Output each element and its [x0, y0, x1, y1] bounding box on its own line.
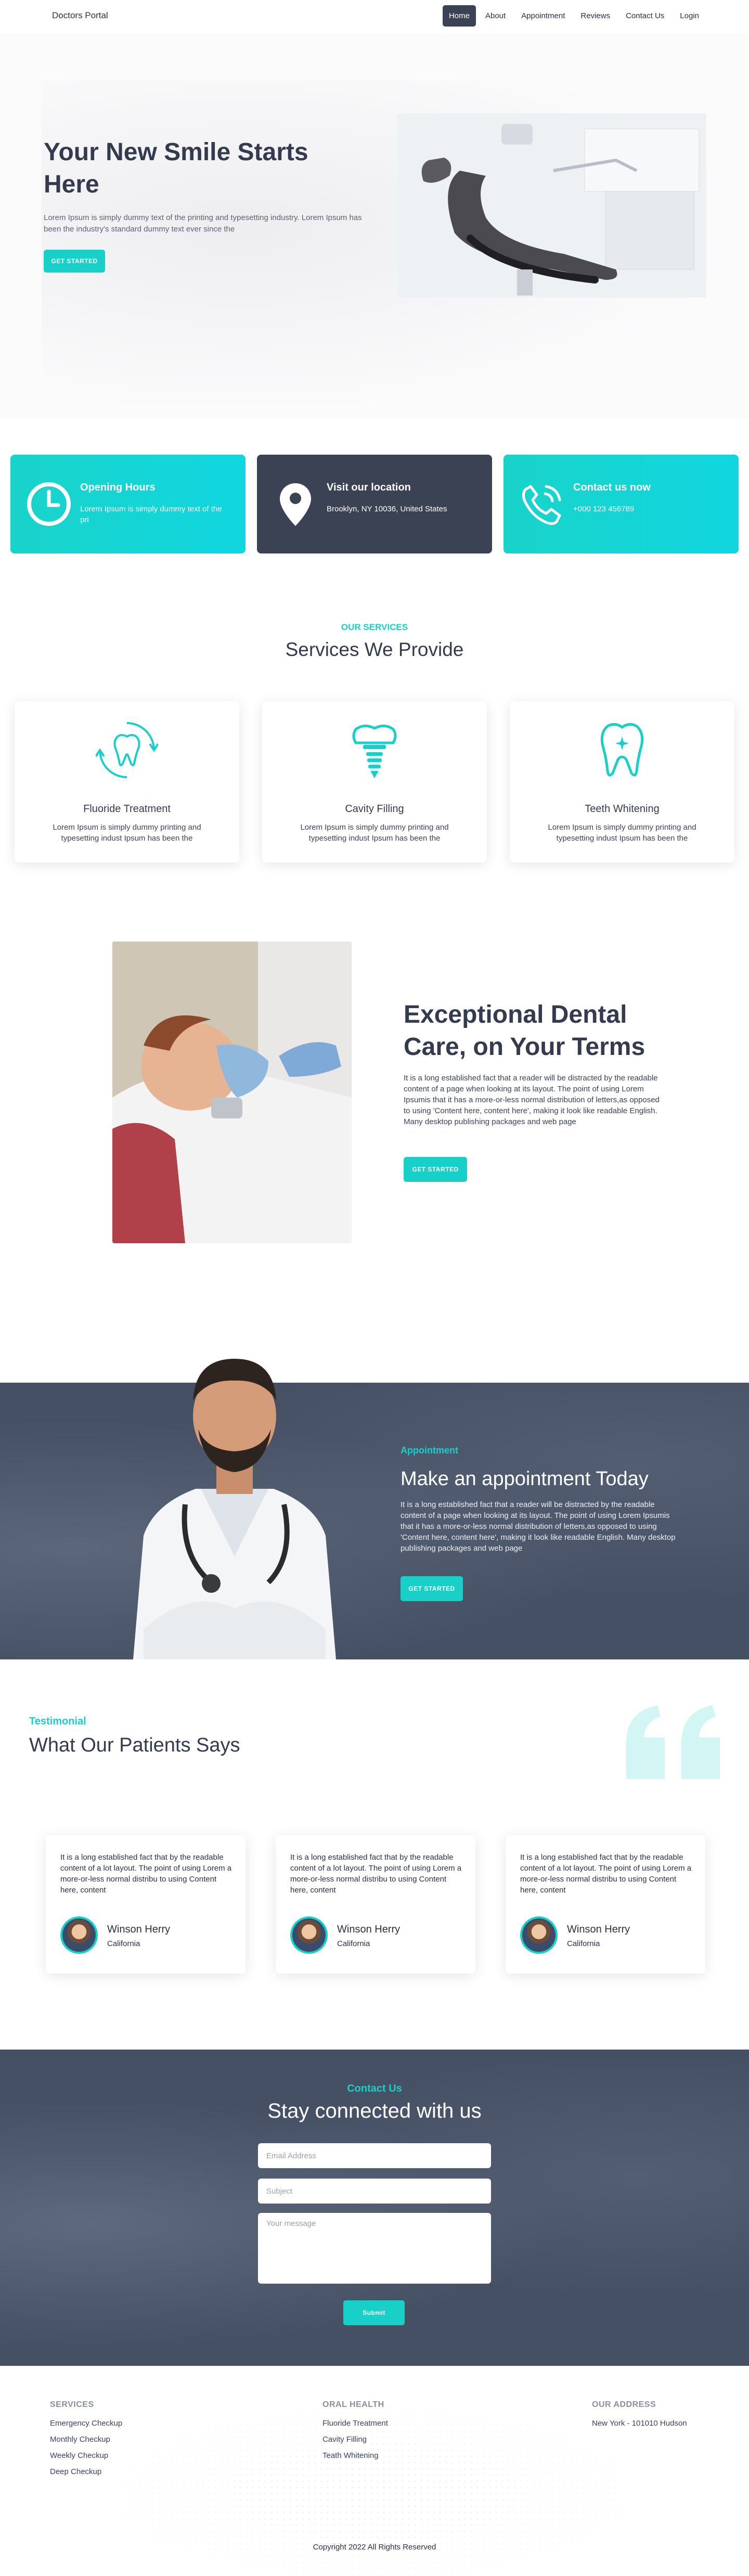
dental-implant-icon: [352, 725, 397, 778]
dental-chair-image: [397, 113, 706, 298]
services-subtitle: OUR SERVICES: [341, 622, 408, 632]
service-title: Cavity Filling: [345, 803, 404, 815]
location-pin-icon: [280, 483, 311, 526]
testimonial-city: California: [567, 1939, 600, 1948]
footer-link[interactable]: Weekly Checkup: [50, 2451, 122, 2460]
footer-heading: SERVICES: [50, 2400, 94, 2409]
brand-logo[interactable]: Doctors Portal: [52, 10, 108, 21]
exceptional-title: Exceptional Dental Care, on Your Terms: [404, 1001, 645, 1061]
service-card: Fluoride Treatment Lorem Ipsum is simply…: [15, 701, 239, 862]
footer-services-column: SERVICES Emergency Checkup Monthly Check…: [50, 2400, 122, 2483]
service-text: Lorem Ipsum is simply dummy printing and…: [300, 823, 449, 843]
avatar: [290, 1916, 328, 1954]
footer-link[interactable]: Monthly Checkup: [50, 2435, 122, 2444]
appointment-get-started-button[interactable]: GET STARTED: [401, 1576, 463, 1601]
page: Doctors Portal Home About Appointment Re…: [0, 0, 749, 2576]
nav-item-login[interactable]: Login: [674, 5, 705, 27]
footer-link[interactable]: Deep Checkup: [50, 2467, 122, 2476]
avatar: [60, 1916, 98, 1954]
contact-subtitle: Contact Us: [347, 2083, 402, 2094]
testimonial-name: Winson Herry: [337, 1924, 401, 1935]
footer-heading: OUR ADDRESS: [592, 2400, 656, 2409]
quote-icon: [626, 1705, 720, 1779]
testimonial-city: California: [107, 1939, 140, 1948]
testimonial-card: It is a long established fact that by th…: [46, 1835, 246, 1974]
services-title: Services We Provide: [285, 639, 464, 660]
contact-title: Stay connected with us: [267, 2100, 482, 2122]
testimonial-name: Winson Herry: [107, 1924, 171, 1935]
footer-link[interactable]: Teath Whitening: [322, 2451, 388, 2460]
nav-item-about[interactable]: About: [479, 5, 512, 27]
exceptional-get-started-button[interactable]: GET STARTED: [404, 1157, 467, 1182]
footer-link[interactable]: Cavity Filling: [322, 2435, 388, 2444]
footer-link[interactable]: Fluoride Treatment: [322, 2419, 388, 2428]
nav-item-home[interactable]: Home: [442, 5, 476, 27]
avatar: [520, 1916, 558, 1954]
service-title: Teeth Whitening: [585, 803, 660, 815]
testimonial-text: It is a long established fact that by th…: [520, 1853, 692, 1895]
hero-get-started-button[interactable]: GET STARTED: [44, 250, 105, 273]
info-title: Opening Hours: [80, 482, 156, 493]
subject-field[interactable]: [258, 2179, 491, 2204]
clock-icon: [27, 482, 71, 526]
testimonial-subtitle: Testimonial: [29, 1716, 86, 1727]
exceptional-text: It is a long established fact that a rea…: [404, 1074, 660, 1126]
service-title: Fluoride Treatment: [83, 803, 171, 815]
tooth-sparkle-icon: [600, 723, 644, 777]
info-text: Brooklyn, NY 10036, United States: [327, 505, 447, 513]
nav-menu: Home About Appointment Reviews Contact U…: [442, 5, 705, 27]
testimonial-card: It is a long established fact that by th…: [506, 1835, 705, 1974]
location-card: Visit our location Brooklyn, NY 10036, U…: [257, 455, 492, 553]
email-field[interactable]: [258, 2143, 491, 2168]
tooth-cycle-icon: [96, 722, 158, 778]
dentist-patient-image: [112, 942, 352, 1243]
footer-link[interactable]: Emergency Checkup: [50, 2419, 122, 2428]
nav-item-reviews[interactable]: Reviews: [574, 5, 616, 27]
info-text: +000 123 456789: [573, 505, 635, 513]
footer-oral-health-column: ORAL HEALTH Fluoride Treatment Cavity Fi…: [322, 2400, 388, 2467]
message-field[interactable]: [258, 2213, 491, 2284]
footer-heading: ORAL HEALTH: [322, 2400, 384, 2409]
nav-item-contact[interactable]: Contact Us: [619, 5, 670, 27]
testimonial-card: It is a long established fact that by th…: [276, 1835, 475, 1974]
appointment-title: Make an appointment Today: [401, 1468, 649, 1490]
footer-address-column: OUR ADDRESS New York - 101010 Hudson: [592, 2400, 687, 2435]
testimonial-name: Winson Herry: [567, 1924, 630, 1935]
appointment-text: It is a long established fact that a rea…: [401, 1500, 676, 1553]
submit-button[interactable]: Submit: [343, 2300, 405, 2325]
service-text: Lorem Ipsum is simply dummy printing and…: [548, 823, 696, 843]
testimonial-title: What Our Patients Says: [29, 1734, 240, 1756]
service-card: Teeth Whitening Lorem Ipsum is simply du…: [510, 701, 734, 862]
contact-card: Contact us now +000 123 456789: [503, 455, 739, 553]
navbar: Doctors Portal Home About Appointment Re…: [0, 0, 749, 33]
testimonial-city: California: [337, 1939, 370, 1948]
footer-address-line: New York - 101010 Hudson: [592, 2419, 687, 2428]
info-title: Visit our location: [327, 482, 411, 493]
phone-icon: [522, 485, 561, 525]
service-card: Cavity Filling Lorem Ipsum is simply dum…: [262, 701, 487, 862]
opening-hours-card: Opening Hours Lorem Ipsum is simply dumm…: [10, 455, 246, 553]
info-title: Contact us now: [573, 482, 651, 493]
hero-text: Lorem Ipsum is simply dummy text of the …: [44, 213, 362, 234]
testimonial-text: It is a long established fact that by th…: [60, 1853, 232, 1895]
service-text: Lorem Ipsum is simply dummy printing and…: [53, 823, 201, 843]
hero-title: Your New Smile Starts Here: [44, 138, 308, 198]
testimonial-text: It is a long established fact that by th…: [290, 1853, 462, 1895]
copyright: Copyright 2022 All Rights Reserved: [313, 2543, 436, 2552]
doctor-image: [112, 1338, 357, 1659]
nav-item-appointment[interactable]: Appointment: [515, 5, 571, 27]
appointment-subtitle: Appointment: [401, 1445, 458, 1456]
info-text: Lorem Ipsum is simply dummy text of the …: [80, 505, 222, 524]
